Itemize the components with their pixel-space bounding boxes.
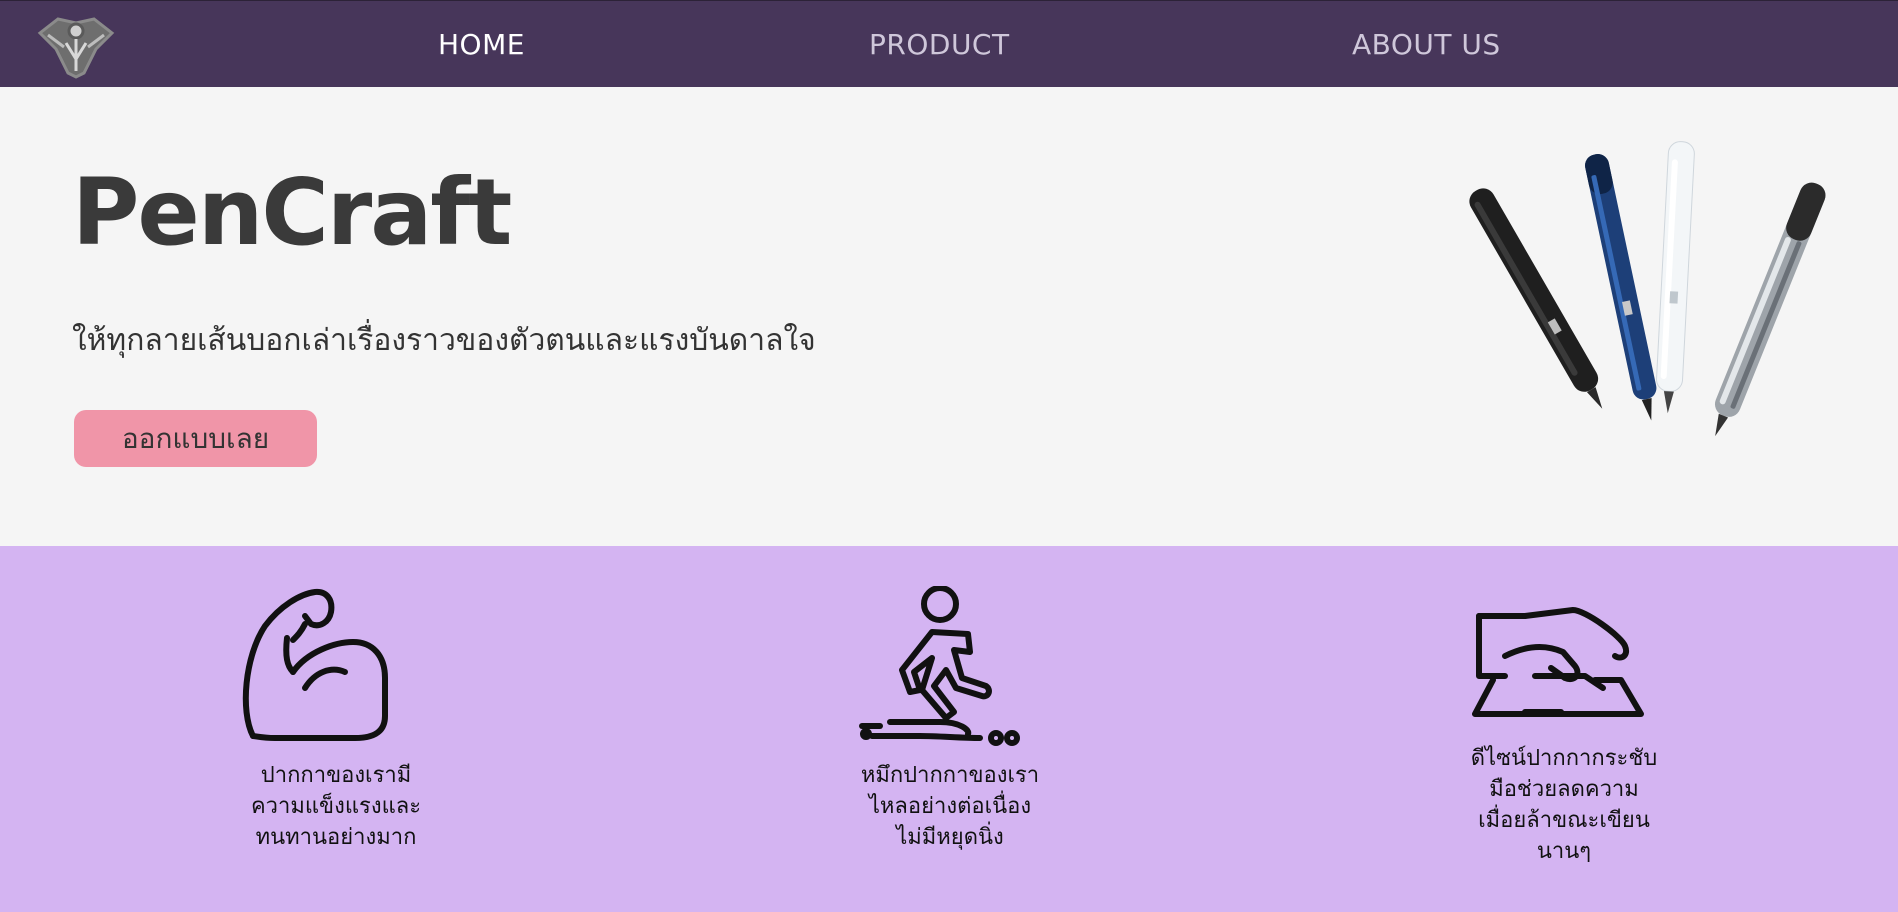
features-section: ปากกาของเรามี ความแข็งแรงและ ทนทานอย่างม… — [0, 546, 1898, 912]
feature-text-line: ดีไซน์ปากกากระชับ — [1470, 746, 1658, 771]
nav-about-link[interactable]: ABOUT US — [1352, 31, 1501, 59]
feature-ink-text: หมึกปากกาของเรา ไหลอย่างต่อเนื่อง ไม่มีห… — [790, 760, 1110, 853]
nav-home-link[interactable]: HOME — [438, 31, 525, 59]
feature-text-line: มือช่วยลดความ — [1489, 777, 1639, 802]
feature-text-line: ปากกาของเรามี — [260, 763, 412, 788]
slipping-person-icon — [850, 585, 1050, 746]
feature-ergonomic-text: ดีไซน์ปากกากระชับ มือช่วยลดความ เมื่อยล้… — [1404, 743, 1724, 867]
hero-title: PenCraft — [72, 159, 512, 266]
hero-subtitle: ให้ทุกลายเส้นบอกเล่าเรื่องราวของตัวตนและ… — [72, 323, 816, 358]
pens-image — [1455, 137, 1875, 457]
feature-text-line: ไม่มีหยุดนิ่ง — [896, 825, 1004, 850]
feature-text-line: ไหลอย่างต่อเนื่อง — [868, 794, 1032, 819]
feature-text-line: หมึกปากกาของเรา — [860, 763, 1040, 788]
navbar: HOME PRODUCT ABOUT US — [0, 0, 1898, 87]
feature-text-line: ทนทานอย่างมาก — [255, 825, 417, 850]
design-now-button[interactable]: ออกแบบเลย — [74, 410, 317, 467]
nav-product-link[interactable]: PRODUCT — [869, 31, 1010, 59]
feature-text-line: ความแข็งแรงและ — [250, 794, 422, 819]
hand-on-pad-icon — [1465, 596, 1665, 756]
feature-text-line: เมื่อยล้าขณะเขียน — [1478, 808, 1650, 833]
hero-section: PenCraft ให้ทุกลายเส้นบอกเล่าเรื่องราวขอ… — [0, 87, 1898, 546]
flexed-bicep-icon — [235, 586, 435, 746]
feature-strength-text: ปากกาของเรามี ความแข็งแรงและ ทนทานอย่างม… — [176, 760, 496, 853]
logo-icon[interactable] — [36, 15, 116, 79]
feature-text-line: นานๆ — [1536, 839, 1592, 864]
